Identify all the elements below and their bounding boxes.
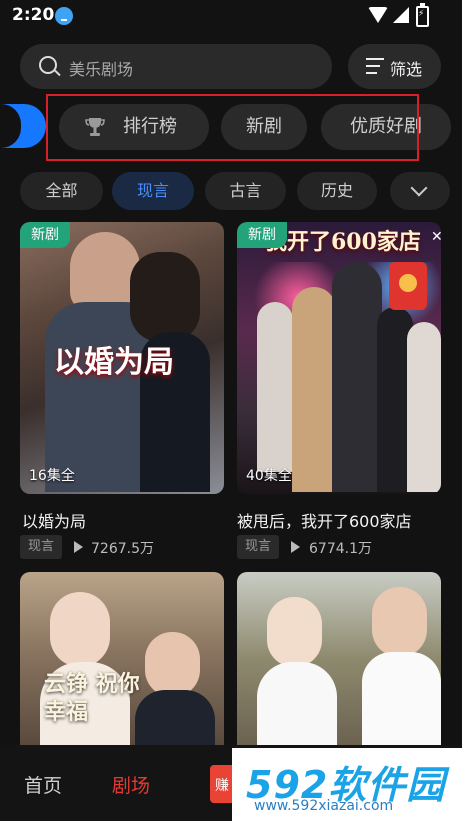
drama-card[interactable]: 我开了600家店 新剧 40集全 [237,222,441,494]
category-modern[interactable]: 现言 [112,172,194,210]
drama-card[interactable]: 以婚为局 新剧 16集全 [20,222,224,494]
category-history[interactable]: 历史 [297,172,377,210]
status-time: 2:20 [12,5,55,25]
filter-button[interactable]: 筛选 [348,44,441,89]
view-count: 7267.5万 [91,541,154,557]
genre-tag: 现言 [237,535,280,559]
search-input[interactable]: 美乐剧场 [20,44,332,89]
drama-card[interactable]: 云铮 祝你幸福 [20,572,224,745]
poster-title: 以婚为局 [54,345,174,380]
watermark-url: www.592xiazai.com [254,798,394,814]
watermark-logo: 592软件园 www.592xiazai.com [232,748,462,821]
signal-icon [393,7,409,23]
drama-title[interactable]: 被甩后，我开了600家店 [237,508,412,532]
filter-icon [366,58,384,74]
wifi-icon [368,7,388,23]
nav-home[interactable]: 首页 [24,771,62,798]
play-icon [74,541,83,553]
poster-image [237,572,441,745]
status-bar: 2:20 [0,0,462,32]
filter-label: 筛选 [390,60,423,79]
category-label: 古言 [229,181,262,200]
download-icon [55,7,73,25]
play-icon [291,541,300,553]
close-icon[interactable]: ✕ [431,229,443,245]
drama-title[interactable]: 以婚为局 [22,508,86,532]
highlight-box [46,94,419,161]
search-icon [39,56,57,74]
drama-card[interactable] [237,572,441,745]
category-label: 全部 [45,181,78,200]
category-label: 现言 [136,181,169,200]
search-placeholder: 美乐剧场 [69,60,134,79]
nav-earn-label: 赚 [215,778,229,794]
new-badge: 新剧 [237,222,287,248]
category-all[interactable]: 全部 [20,172,103,210]
partial-tab[interactable] [0,104,46,148]
nav-earn-button[interactable]: 赚 [210,765,234,803]
new-badge: 新剧 [20,222,70,248]
category-ancient[interactable]: 古言 [205,172,286,210]
episode-count: 16集全 [29,468,75,484]
nav-theater[interactable]: 剧场 [112,771,150,798]
poster-title: 我开了600家店 [265,229,421,255]
genre-tag: 现言 [20,535,63,559]
view-count: 6774.1万 [309,541,372,557]
category-label: 历史 [320,181,353,200]
battery-icon [416,3,429,27]
poster-image [237,222,441,494]
episode-count: 40集全 [246,468,292,484]
poster-title: 云铮 祝你幸福 [44,671,140,725]
